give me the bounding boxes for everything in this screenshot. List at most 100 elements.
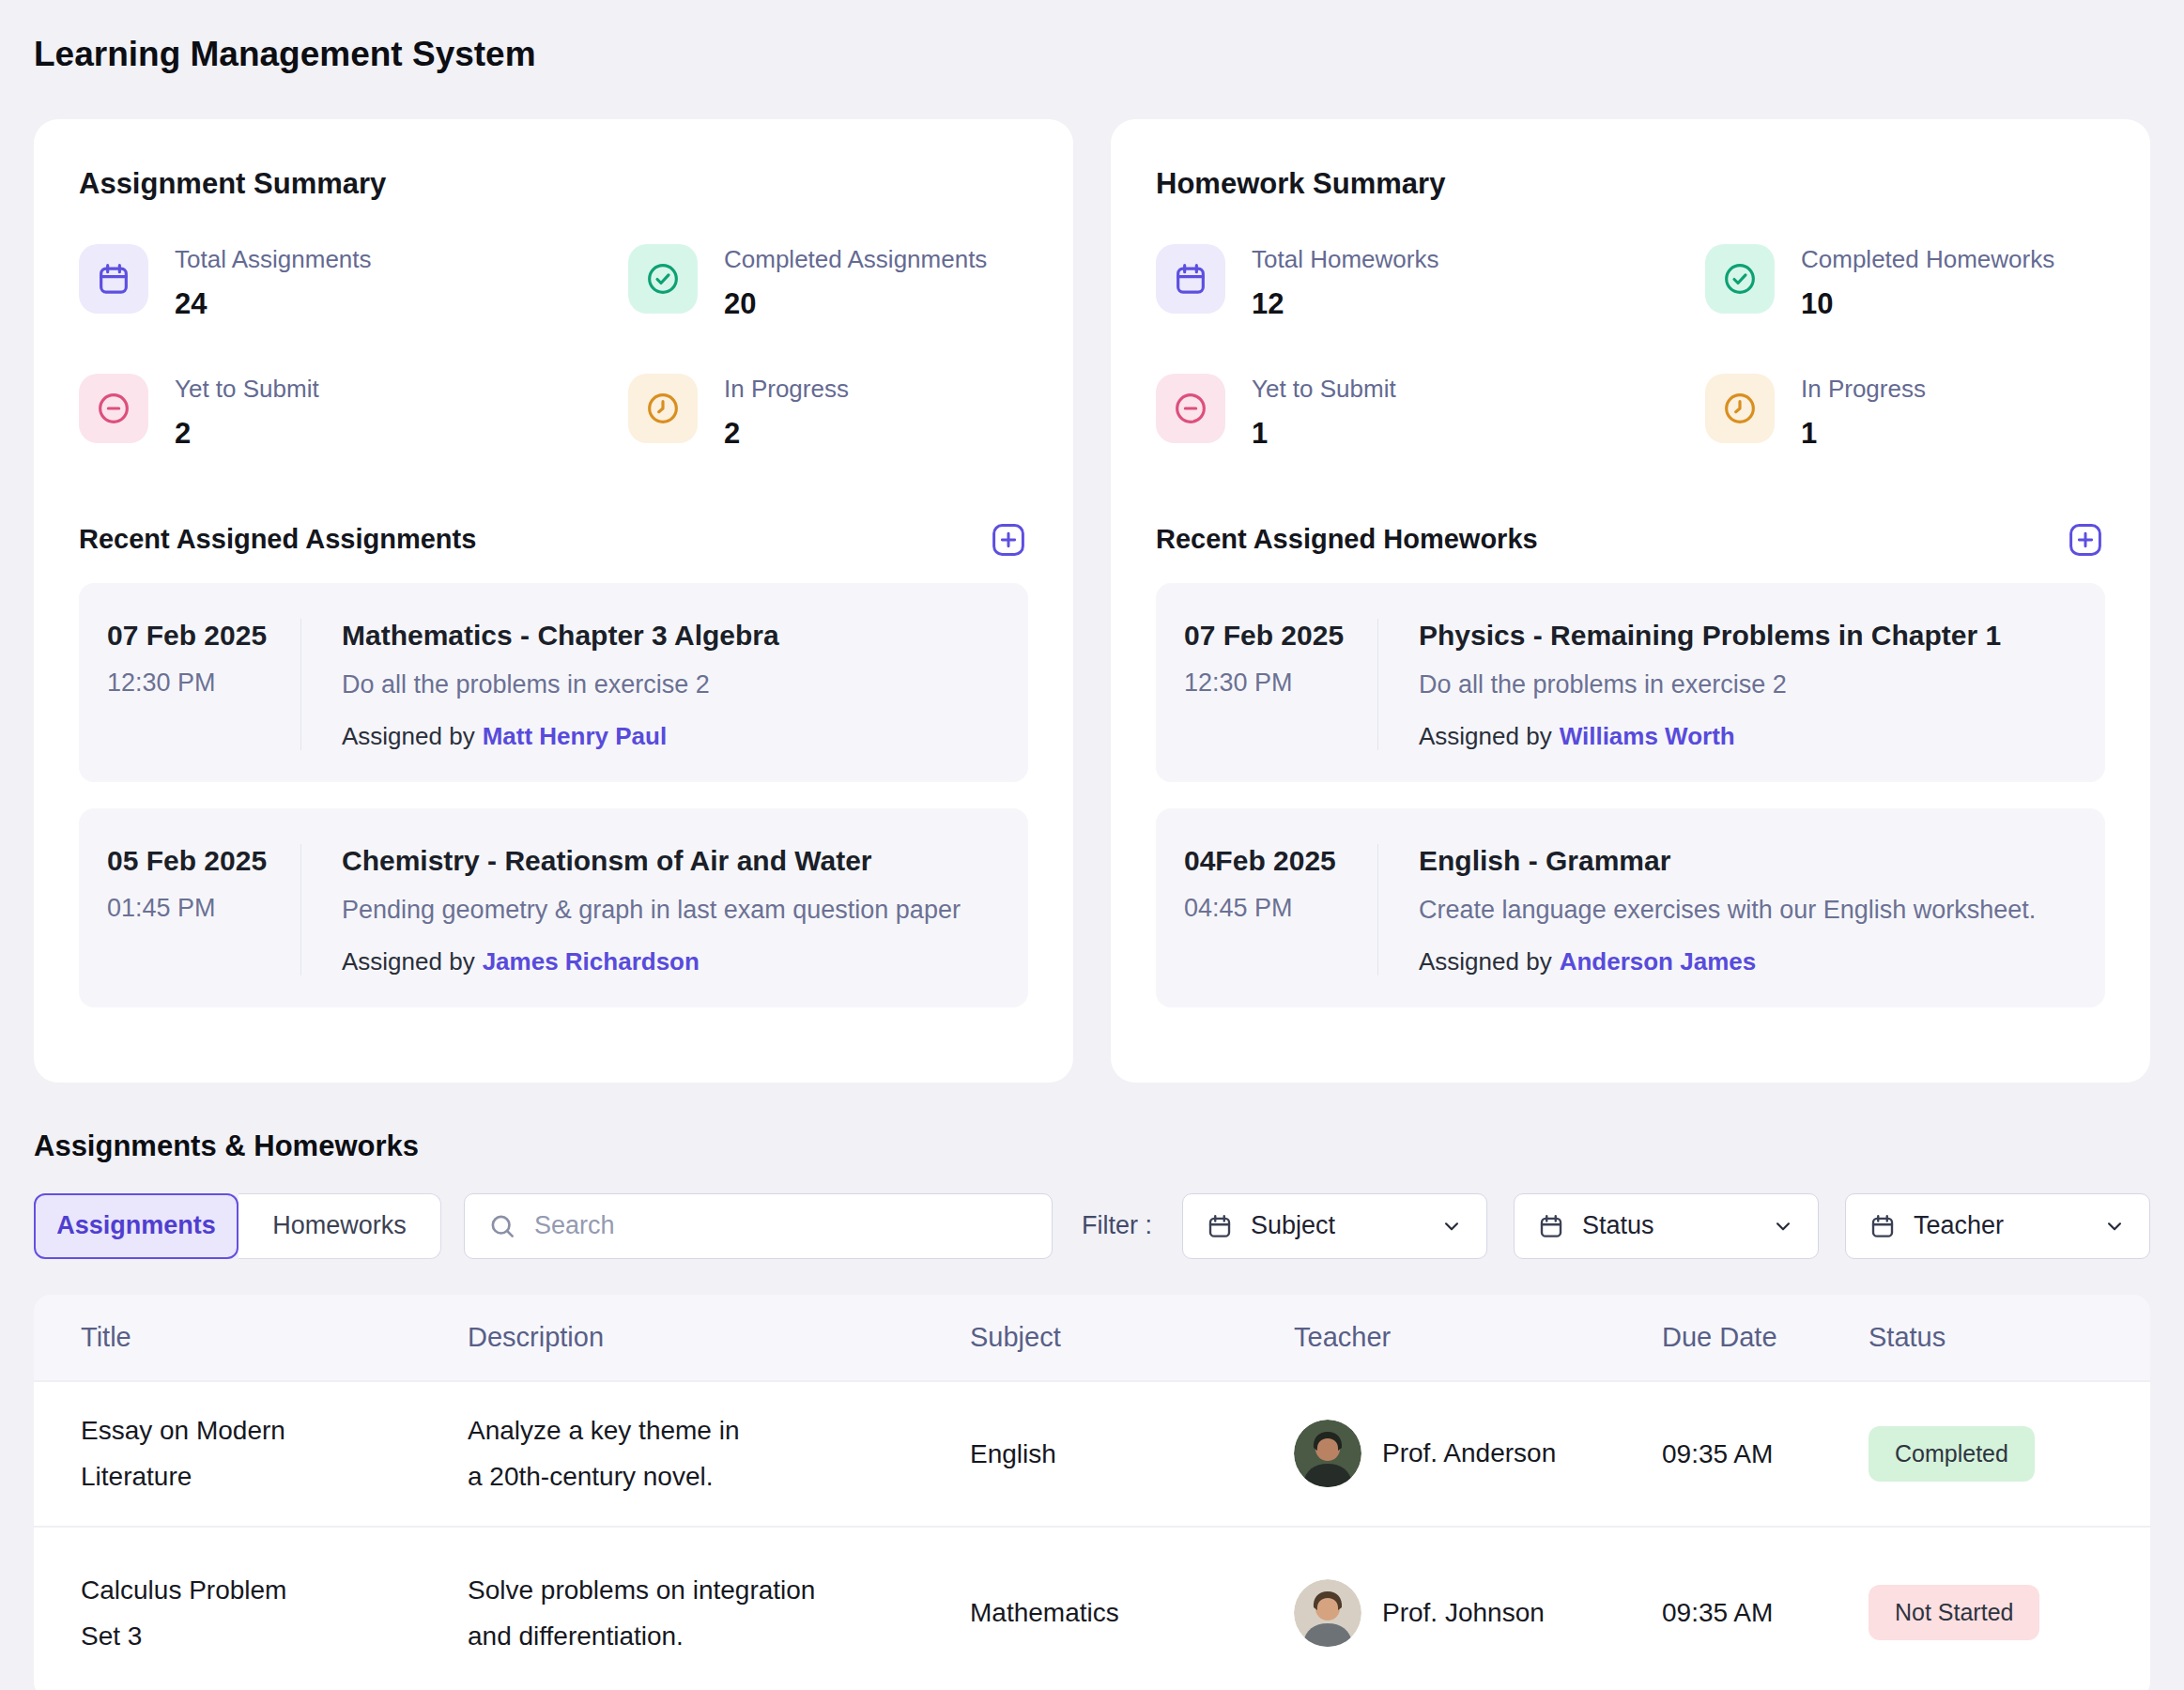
row-due-date: 09:35 AM	[1662, 1590, 1869, 1636]
assigned-by-label: Assigned by	[342, 722, 475, 750]
item-time: 01:45 PM	[107, 894, 300, 923]
col-due-date: Due Date	[1662, 1322, 1869, 1353]
stats-grid: Total Assignments 24 Completed Assignmen…	[79, 244, 1028, 451]
assignment-list-item[interactable]: 07 Feb 2025 12:30 PM Mathematics - Chapt…	[79, 583, 1028, 782]
divider	[1377, 844, 1378, 976]
assigned-by-name[interactable]: Matt Henry Paul	[483, 722, 668, 750]
stat-value: 10	[1801, 287, 2054, 321]
add-assignment-button[interactable]	[989, 520, 1028, 560]
item-date: 04Feb 2025	[1184, 844, 1377, 877]
row-description: Analyze a key theme in a 20th-century no…	[468, 1407, 970, 1499]
row-title: Essay on Modern Literature	[81, 1407, 468, 1499]
calendar-icon	[1869, 1212, 1897, 1240]
divider	[300, 619, 301, 750]
row-subject: English	[970, 1431, 1294, 1477]
stat-label: In Progress	[1801, 375, 1926, 404]
divider	[1377, 619, 1378, 750]
card-title: Assignment Summary	[79, 166, 1028, 201]
row-title: Calculus Problem Set 3	[81, 1567, 468, 1659]
item-title: Chemistry - Reationsm of Air and Water	[342, 844, 994, 877]
calendar-icon	[1537, 1212, 1565, 1240]
item-date: 07 Feb 2025	[107, 619, 300, 652]
search-icon	[487, 1211, 517, 1241]
minus-circle-icon	[79, 374, 148, 443]
divider	[300, 844, 301, 976]
homework-list-item[interactable]: 04Feb 2025 04:45 PM English - Grammar Cr…	[1156, 808, 2105, 1007]
col-teacher: Teacher	[1294, 1322, 1662, 1353]
clock-icon	[1705, 374, 1775, 443]
chevron-down-icon	[1771, 1214, 1795, 1238]
assignment-summary-card: Assignment Summary Total Assignments 24 …	[34, 119, 1073, 1083]
assigned-by-name[interactable]: James Richardson	[483, 947, 700, 976]
assigned-by-label: Assigned by	[1419, 722, 1552, 750]
teacher-name: Prof. Johnson	[1382, 1598, 1545, 1628]
stat-value: 1	[1252, 417, 1396, 451]
assigned-by-name[interactable]: Anderson James	[1560, 947, 1757, 976]
item-date: 07 Feb 2025	[1184, 619, 1377, 652]
homework-summary-card: Homework Summary Total Homeworks 12 Comp…	[1111, 119, 2150, 1083]
stat-label: In Progress	[724, 375, 849, 404]
teacher-avatar	[1294, 1579, 1361, 1647]
stat-value: 12	[1252, 287, 1438, 321]
stat-total-homeworks: Total Homeworks 12	[1156, 244, 1705, 321]
add-homework-button[interactable]	[2066, 520, 2105, 560]
subject-filter-dropdown[interactable]: Subject	[1182, 1193, 1487, 1259]
status-filter-dropdown[interactable]: Status	[1514, 1193, 1819, 1259]
tab-homeworks[interactable]: Homeworks	[238, 1193, 441, 1259]
item-date: 05 Feb 2025	[107, 844, 300, 877]
assigned-by-name[interactable]: Williams Worth	[1560, 722, 1735, 750]
check-circle-icon	[628, 244, 698, 314]
stat-label: Total Assignments	[175, 245, 372, 274]
table-row[interactable]: Essay on Modern Literature Analyze a key…	[34, 1380, 2150, 1526]
item-title: Mathematics - Chapter 3 Algebra	[342, 619, 994, 652]
row-description: Solve problems on integration and differ…	[468, 1567, 970, 1659]
assignment-list-item[interactable]: 05 Feb 2025 01:45 PM Chemistry - Reation…	[79, 808, 1028, 1007]
search-placeholder: Search	[534, 1211, 615, 1240]
table-header: Title Description Subject Teacher Due Da…	[34, 1295, 2150, 1380]
stat-value: 1	[1801, 417, 1926, 451]
calendar-icon	[1206, 1212, 1234, 1240]
homework-list-item[interactable]: 07 Feb 2025 12:30 PM Physics - Remaining…	[1156, 583, 2105, 782]
item-description: Do all the problems in exercise 2	[1419, 670, 2071, 699]
teacher-avatar	[1294, 1420, 1361, 1487]
stat-label: Yet to Submit	[1252, 375, 1396, 404]
minus-circle-icon	[1156, 374, 1225, 443]
recent-assignments-title: Recent Assigned Assignments	[79, 524, 476, 555]
tab-assignments[interactable]: Assignments	[34, 1193, 238, 1259]
item-description: Create language exercises with our Engli…	[1419, 896, 2071, 925]
stat-in-progress: In Progress 1	[1705, 374, 2105, 451]
col-subject: Subject	[970, 1322, 1294, 1353]
toolbar: Assignments Homeworks Search Filter : Su…	[34, 1193, 2150, 1259]
col-status: Status	[1869, 1322, 2150, 1353]
status-badge: Not Started	[1869, 1585, 2039, 1640]
item-description: Pending geometry & graph in last exam qu…	[342, 896, 994, 925]
stat-completed-homeworks: Completed Homeworks 10	[1705, 244, 2105, 321]
calendar-icon	[1156, 244, 1225, 314]
search-input[interactable]: Search	[464, 1193, 1053, 1259]
stat-value: 24	[175, 287, 372, 321]
col-title: Title	[81, 1322, 468, 1353]
row-due-date: 09:35 AM	[1662, 1431, 1869, 1477]
teacher-name: Prof. Anderson	[1382, 1438, 1556, 1468]
col-description: Description	[468, 1322, 970, 1353]
section-title: Assignments & Homeworks	[34, 1129, 2150, 1163]
row-subject: Mathematics	[970, 1590, 1294, 1636]
teacher-filter-dropdown[interactable]: Teacher	[1845, 1193, 2150, 1259]
chevron-down-icon	[1439, 1214, 1464, 1238]
page-title: Learning Management System	[34, 36, 2150, 74]
stat-label: Completed Homeworks	[1801, 245, 2054, 274]
assigned-by-label: Assigned by	[342, 947, 475, 976]
stat-label: Total Homeworks	[1252, 245, 1438, 274]
stat-value: 20	[724, 287, 987, 321]
chevron-down-icon	[2102, 1214, 2127, 1238]
filter-label: Filter :	[1082, 1211, 1152, 1240]
stat-yet-to-submit: Yet to Submit 1	[1156, 374, 1705, 451]
item-time: 04:45 PM	[1184, 894, 1377, 923]
stat-label: Completed Assignments	[724, 245, 987, 274]
assigned-by-label: Assigned by	[1419, 947, 1552, 976]
stat-label: Yet to Submit	[175, 375, 319, 404]
stats-grid: Total Homeworks 12 Completed Homeworks 1…	[1156, 244, 2105, 451]
stat-yet-to-submit: Yet to Submit 2	[79, 374, 628, 451]
table-row[interactable]: Calculus Problem Set 3 Solve problems on…	[34, 1526, 2150, 1690]
summary-cards: Assignment Summary Total Assignments 24 …	[34, 119, 2150, 1083]
